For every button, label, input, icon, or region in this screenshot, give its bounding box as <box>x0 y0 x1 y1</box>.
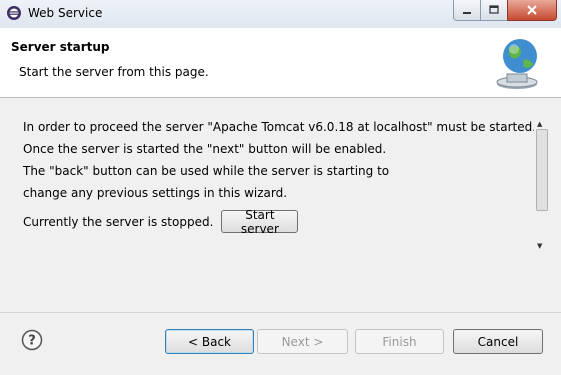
minimize-icon <box>463 12 471 14</box>
scroll-up-icon[interactable]: ▲ <box>537 120 542 128</box>
scroll-down-icon[interactable]: ▼ <box>537 242 542 250</box>
help-icon[interactable]: ? <box>21 329 43 351</box>
page-description: Start the server from this page. <box>19 65 209 79</box>
minimize-button[interactable] <box>453 0 481 21</box>
finish-button[interactable]: Finish <box>355 329 444 354</box>
cancel-button[interactable]: Cancel <box>453 329 543 354</box>
maximize-button[interactable] <box>480 0 508 21</box>
maximize-icon <box>489 5 499 14</box>
footer-separator <box>0 312 561 313</box>
info-line: change any previous settings in this wiz… <box>23 186 288 200</box>
wizard-header: Server startup Start the server from thi… <box>0 28 561 98</box>
page-title: Server startup <box>11 40 110 54</box>
vertical-scrollbar[interactable]: ▲ ▼ <box>534 120 549 255</box>
title-bar: Web Service <box>0 0 561 29</box>
server-status-text: Currently the server is stopped. <box>23 214 214 229</box>
server-status-row: Currently the server is stopped. Start s… <box>23 208 299 236</box>
info-line: Once the server is started the "next" bu… <box>23 142 387 156</box>
wizard-content: In order to proceed the server "Apache T… <box>7 100 554 260</box>
info-line: The "back" button can be used while the … <box>23 164 390 178</box>
eclipse-icon <box>7 6 21 20</box>
info-line: In order to proceed the server "Apache T… <box>23 120 537 134</box>
window-title: Web Service <box>28 6 103 20</box>
start-server-button[interactable]: Start server <box>221 208 299 236</box>
next-button[interactable]: Next > <box>257 329 348 354</box>
close-icon <box>527 5 537 15</box>
svg-text:?: ? <box>28 334 36 349</box>
scrollbar-thumb[interactable] <box>536 129 548 211</box>
close-button[interactable] <box>507 0 557 21</box>
info-text: In order to proceed the server "Apache T… <box>23 116 536 204</box>
back-button[interactable]: < Back <box>165 329 254 354</box>
globe-server-icon <box>496 39 538 89</box>
